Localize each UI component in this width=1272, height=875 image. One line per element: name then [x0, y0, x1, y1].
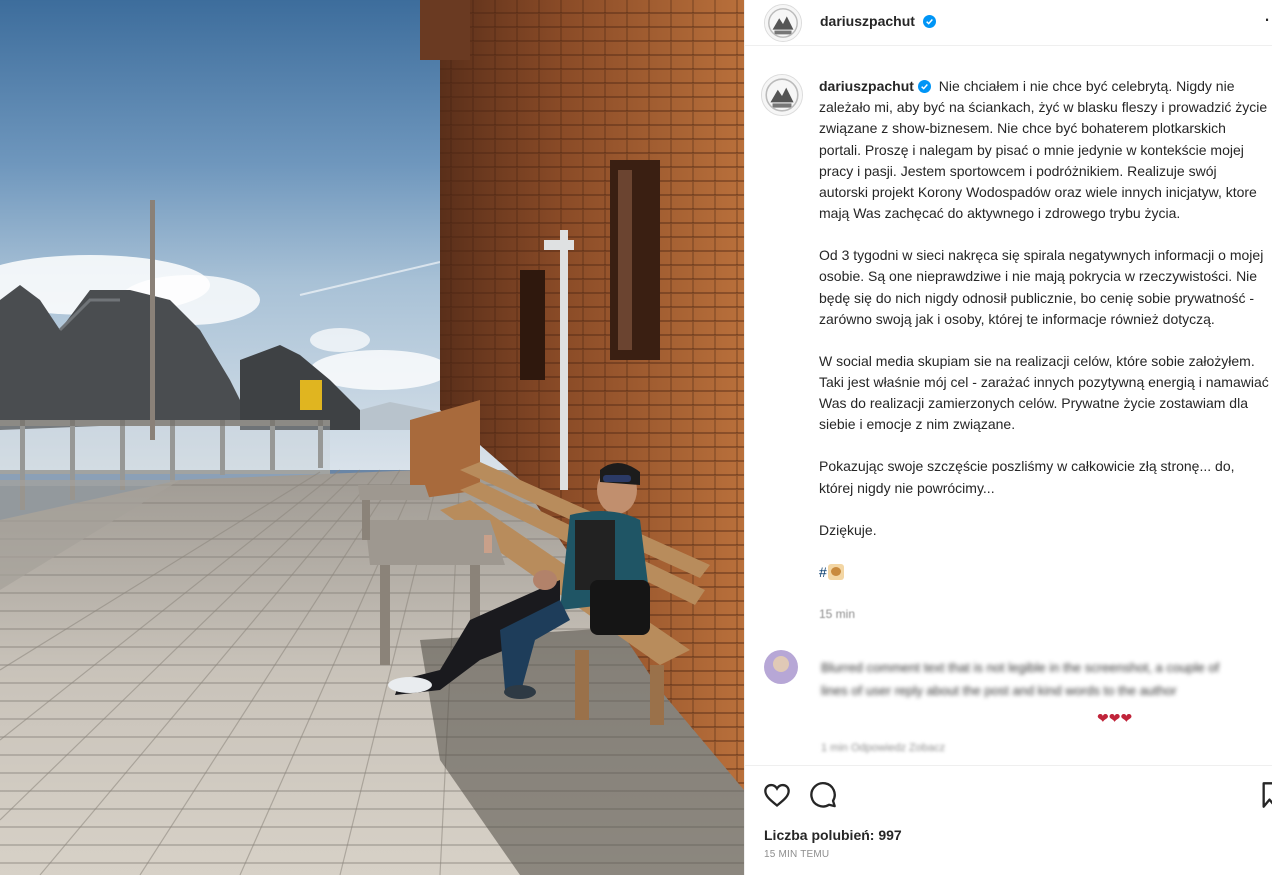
logo-icon: [762, 75, 802, 115]
caption-paragraph-text: Nie chciałem i nie chce być celebrytą. N…: [819, 78, 1268, 222]
author-avatar[interactable]: [764, 4, 802, 42]
heart-icon[interactable]: [763, 781, 791, 809]
comment-text: Blurred comment text that is not legible…: [821, 660, 1220, 698]
author-username-text[interactable]: dariuszpachut: [820, 13, 915, 29]
verified-badge-icon: [917, 80, 931, 93]
caption-author-avatar[interactable]: [761, 74, 803, 116]
likes-count[interactable]: Liczba polubień: 997: [764, 827, 902, 843]
hearts-emoji: ❤❤❤: [1097, 710, 1133, 726]
caption-paragraph: Od 3 tygodni w sieci nakręca się spirala…: [819, 247, 1264, 327]
comment-item: Blurred comment text that is not legible…: [745, 646, 1272, 756]
commenter-avatar[interactable]: [764, 650, 798, 684]
post-actions: Liczba polubień: 997 15 MIN TEMU: [745, 765, 1272, 875]
caption-paragraph: dariuszpachut Nie chciałem i nie chce by…: [819, 76, 1269, 224]
hamster-emoji-icon: [827, 563, 844, 580]
caption-username[interactable]: dariuszpachut: [819, 78, 931, 94]
verified-badge-icon: [922, 15, 936, 28]
logo-icon: [765, 5, 801, 41]
post-caption: dariuszpachut Nie chciałem i nie chce by…: [745, 66, 1272, 636]
comment-text-blurred: Blurred comment text that is not legible…: [821, 656, 1241, 702]
caption-username-text[interactable]: dariuszpachut: [819, 78, 914, 94]
mountain-hut-terrace-image: [0, 0, 744, 875]
caption-text: dariuszpachut Nie chciałem i nie chce by…: [819, 76, 1269, 604]
post-header: dariuszpachut …: [745, 0, 1272, 46]
post-timestamp[interactable]: 15 MIN TEMU: [764, 849, 829, 860]
bookmark-icon[interactable]: [1259, 781, 1272, 809]
comment-meta-blurred: 1 min Odpowiedz Zobacz: [821, 742, 946, 754]
post-side-panel: dariuszpachut … dariuszpachut Nie chciał…: [744, 0, 1272, 875]
caption-paragraph: W social media skupiam sie na realizacji…: [819, 352, 1269, 433]
post-photo[interactable]: [0, 0, 744, 875]
comment-icon[interactable]: [809, 781, 837, 809]
more-options-icon[interactable]: …: [1263, 3, 1272, 30]
caption-paragraph: Pokazując swoje szczęście poszliśmy w ca…: [819, 458, 1235, 496]
caption-hashtag-line: #: [819, 562, 1269, 583]
hashtag-link[interactable]: #: [819, 564, 827, 580]
caption-timestamp: 15 min: [819, 607, 856, 621]
caption-paragraph: Dziękuje.: [819, 521, 877, 538]
author-username[interactable]: dariuszpachut: [820, 13, 936, 29]
